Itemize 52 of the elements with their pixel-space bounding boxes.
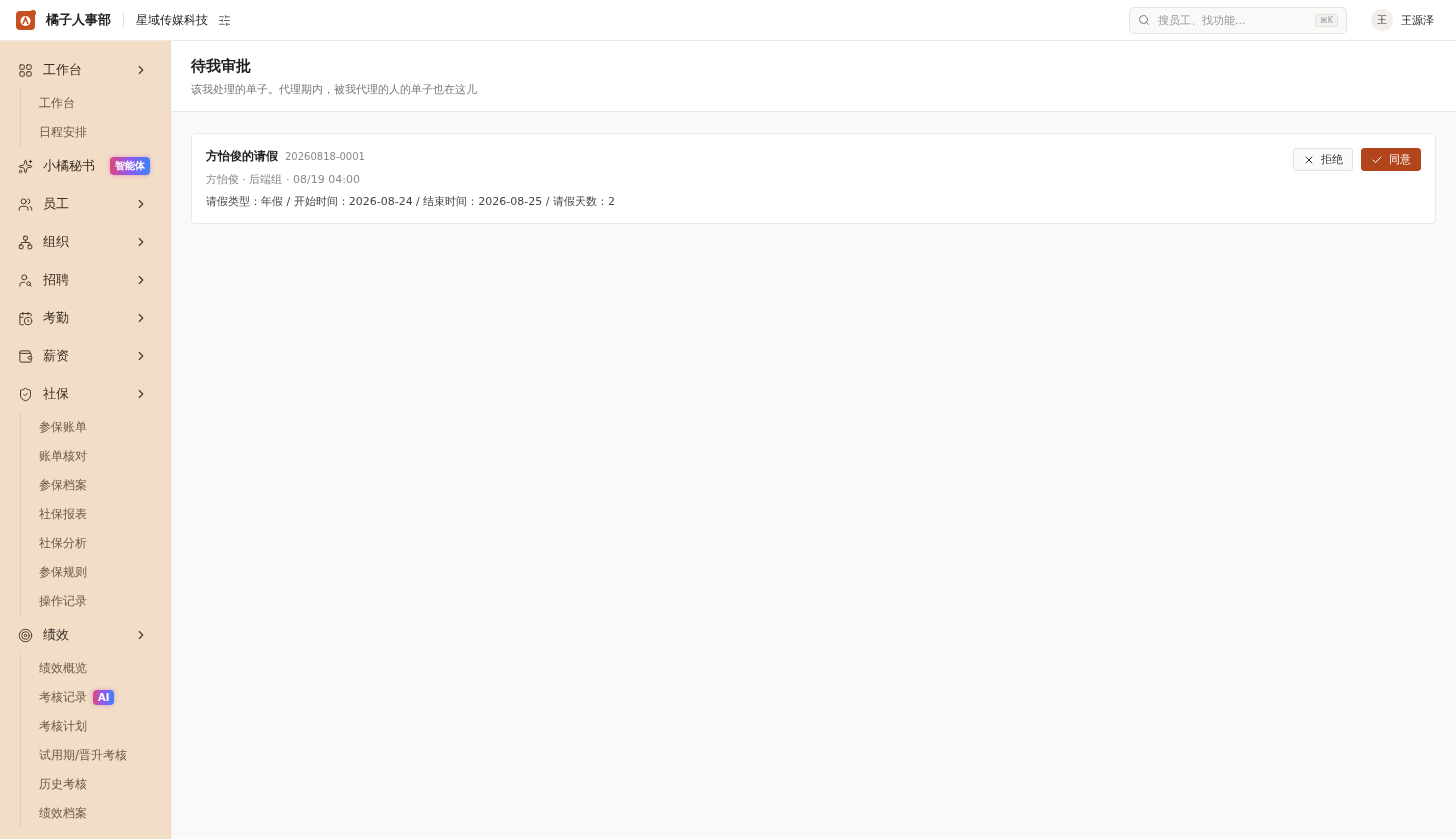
user-search-icon	[18, 272, 33, 288]
sidebar-item[interactable]: 社保	[0, 375, 170, 413]
page-title: 待我审批	[191, 57, 252, 76]
sidebar-subitem[interactable]: 账单核对	[39, 448, 87, 465]
calendar-clock-icon	[18, 310, 33, 326]
sidebar-subitem[interactable]: 操作记录	[39, 593, 87, 610]
grid-icon	[18, 62, 33, 78]
users-icon	[18, 196, 33, 212]
sidebar-subitem[interactable]: 工作台	[39, 95, 75, 112]
app-logo	[16, 10, 36, 30]
sidebar-subitem[interactable]: 历史考核	[39, 776, 87, 793]
sidebar-subitem[interactable]: 社保分析	[39, 535, 87, 552]
request-details: 请假类型：年假 / 开始时间：2026-08-24 / 结束时间：2026-08-25 / 请假天数：2	[206, 194, 616, 209]
sidebar-subitem[interactable]: 绩效概览	[39, 660, 87, 677]
sidebar-subitem[interactable]: 参保规则	[39, 564, 87, 581]
sidebar-subitem[interactable]: 参保账单	[39, 419, 87, 436]
user-name[interactable]: 王源泽	[1401, 12, 1434, 28]
request-number: 20260818-0001	[285, 151, 365, 162]
approve-button[interactable]: 同意	[1361, 148, 1421, 171]
search-input[interactable]: 搜员工、找功能...	[1156, 12, 1309, 28]
shield-check-icon	[18, 386, 33, 402]
sidebar-item[interactable]: 考勤	[0, 299, 170, 337]
sparkles-icon	[18, 158, 33, 174]
sidebar-item[interactable]: 员工	[0, 185, 170, 223]
ai-badge: AI	[93, 690, 115, 705]
sidebar-item[interactable]: 工作台	[0, 51, 170, 89]
request-meta: 方怡俊 · 后端组 · 08/19 04:00	[206, 172, 361, 187]
sidebar-item[interactable]: 组织	[0, 223, 170, 261]
reject-button[interactable]: 拒绝	[1293, 148, 1353, 171]
request-title: 方怡俊的请假	[206, 148, 278, 165]
sidebar-subitem[interactable]: 社保报表	[39, 506, 87, 523]
sidebar-item[interactable]: 薪资	[0, 337, 170, 375]
search-icon	[1138, 14, 1150, 26]
app-name: 橘子人事部	[46, 11, 111, 29]
sidebar-subitem[interactable]: 绩效档案	[39, 805, 87, 822]
sidebar-subitem[interactable]: 考核计划	[39, 718, 87, 735]
sidebar-item[interactable]: 招聘	[0, 261, 170, 299]
page-subtitle: 该我处理的单子。代理期内，被我代理的人的单子也在这儿	[191, 82, 478, 97]
org-chart-icon	[18, 234, 33, 250]
target-icon	[18, 627, 33, 643]
sidebar-item[interactable]: 绩效	[0, 616, 170, 654]
switch-icon[interactable]	[218, 13, 231, 27]
shortcut-hint: ⌘K	[1314, 13, 1338, 27]
agent-badge: 智能体	[110, 157, 150, 175]
wallet-icon	[18, 348, 33, 364]
sidebar-subitem[interactable]: 考核记录	[39, 689, 87, 706]
sidebar-item[interactable]: 小橘秘书 智能体	[0, 147, 170, 185]
sidebar-subitem[interactable]: 试用期/晋升考核	[39, 747, 128, 764]
company-name: 星域传媒科技	[136, 11, 208, 29]
user-avatar[interactable]: 王	[1371, 9, 1393, 31]
sidebar-subitem[interactable]: 参保档案	[39, 477, 87, 494]
sidebar-subitem[interactable]: 日程安排	[39, 124, 87, 141]
